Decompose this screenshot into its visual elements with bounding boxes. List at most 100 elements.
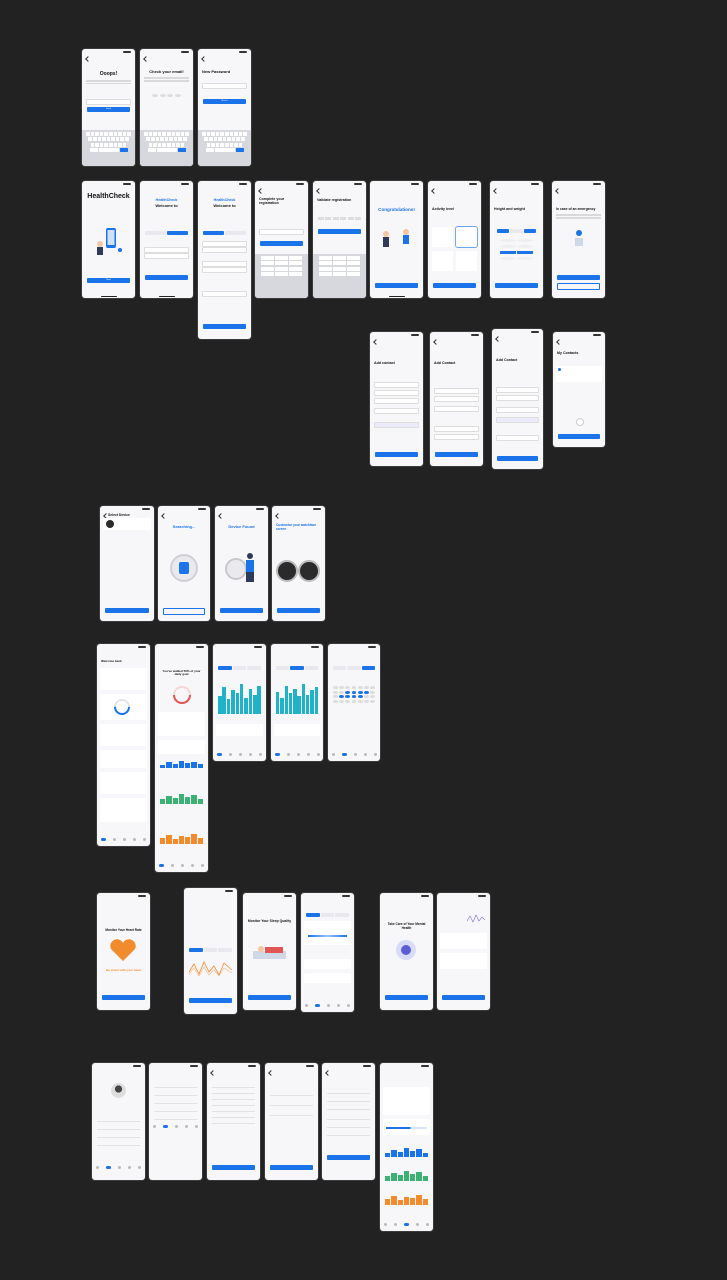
device-item[interactable] xyxy=(103,518,151,530)
surname-field[interactable] xyxy=(434,396,479,402)
continue-button[interactable] xyxy=(248,995,291,1000)
activity-option-4[interactable] xyxy=(456,251,477,271)
continue-button[interactable] xyxy=(558,434,600,439)
back-icon[interactable] xyxy=(373,339,379,345)
back-icon[interactable] xyxy=(556,339,562,345)
save-button[interactable] xyxy=(212,1165,255,1170)
preference-row[interactable] xyxy=(270,1101,313,1106)
keyboard[interactable] xyxy=(82,130,135,166)
keyboard[interactable] xyxy=(198,130,251,166)
relation-field[interactable] xyxy=(374,408,419,414)
back-icon[interactable] xyxy=(431,188,437,194)
surname-field[interactable] xyxy=(496,395,539,401)
bottom-nav[interactable] xyxy=(271,751,323,757)
progress-card[interactable] xyxy=(383,1119,430,1135)
data-row[interactable] xyxy=(212,1107,255,1112)
settings-item[interactable] xyxy=(154,1115,197,1120)
period-tabs[interactable] xyxy=(306,913,350,917)
back-icon[interactable] xyxy=(258,188,264,194)
login-button[interactable] xyxy=(145,275,188,280)
deep-sleep-card[interactable] xyxy=(304,959,351,969)
continue-button[interactable] xyxy=(375,283,418,288)
name-field[interactable] xyxy=(434,388,479,394)
activity-option-1[interactable] xyxy=(432,227,453,247)
preference-row[interactable] xyxy=(270,1091,313,1096)
password-field[interactable] xyxy=(202,83,247,89)
data-row[interactable] xyxy=(212,1095,255,1100)
cancel-button[interactable] xyxy=(163,608,205,615)
continue-button[interactable] xyxy=(442,995,485,1000)
account-row[interactable] xyxy=(327,1115,370,1120)
phone-field[interactable] xyxy=(259,229,304,235)
period-tabs[interactable] xyxy=(333,666,375,670)
profile-menu-item[interactable] xyxy=(97,1125,140,1130)
send-button[interactable]: Send xyxy=(87,107,130,112)
account-row[interactable] xyxy=(327,1105,370,1110)
avatar[interactable] xyxy=(111,1083,126,1098)
bottom-nav[interactable] xyxy=(380,1221,433,1227)
profile-menu-item[interactable] xyxy=(97,1141,140,1146)
continue-button[interactable] xyxy=(277,608,320,613)
skip-button[interactable] xyxy=(557,283,600,290)
data-row[interactable] xyxy=(212,1119,255,1124)
email-field[interactable] xyxy=(434,426,479,432)
light-sleep-card[interactable] xyxy=(304,973,351,983)
back-icon[interactable] xyxy=(555,188,561,194)
activity-option-2[interactable] xyxy=(456,227,477,247)
calendar-grid[interactable] xyxy=(333,686,375,703)
activity-option-3[interactable] xyxy=(432,251,453,271)
phone-field[interactable] xyxy=(202,267,247,273)
add-icon[interactable] xyxy=(576,418,584,426)
back-icon[interactable] xyxy=(433,339,439,345)
back-icon[interactable] xyxy=(275,513,281,519)
sleep-card[interactable] xyxy=(304,921,351,945)
summary-card[interactable] xyxy=(274,724,320,736)
settings-item[interactable] xyxy=(154,1091,197,1096)
continue-button[interactable] xyxy=(385,995,428,1000)
continue-button[interactable] xyxy=(260,241,303,246)
profile-card[interactable] xyxy=(100,668,147,690)
selected-relation[interactable] xyxy=(496,417,539,423)
back-icon[interactable] xyxy=(161,513,167,519)
period-tabs[interactable] xyxy=(276,666,318,670)
settings-item[interactable] xyxy=(154,1107,197,1112)
continue-button[interactable] xyxy=(433,283,476,288)
add-contact-button[interactable] xyxy=(557,275,600,280)
surname-field[interactable] xyxy=(202,247,247,253)
password-field[interactable] xyxy=(202,291,247,297)
heart-card[interactable] xyxy=(100,724,147,746)
back-icon[interactable] xyxy=(268,1070,274,1076)
code-inputs[interactable] xyxy=(318,217,361,220)
account-row[interactable] xyxy=(327,1089,370,1094)
continue-button[interactable] xyxy=(102,995,145,1000)
bottom-nav[interactable] xyxy=(149,1123,202,1129)
start-button[interactable]: Start xyxy=(87,278,130,283)
bottom-nav[interactable] xyxy=(97,836,150,842)
keyboard[interactable] xyxy=(140,130,193,166)
watchface-option-1[interactable] xyxy=(276,560,298,582)
phone-field[interactable] xyxy=(434,406,479,412)
height-picker[interactable] xyxy=(500,239,533,260)
gauges-card[interactable] xyxy=(100,798,147,822)
stress-card[interactable] xyxy=(440,953,487,969)
back-icon[interactable] xyxy=(85,56,91,62)
save-button[interactable] xyxy=(327,1155,370,1160)
preference-row[interactable] xyxy=(270,1111,313,1116)
code-inputs[interactable] xyxy=(152,94,181,97)
signup-button[interactable] xyxy=(203,324,246,329)
data-row[interactable] xyxy=(212,1083,255,1088)
name-field[interactable] xyxy=(374,382,419,388)
login-tabs[interactable] xyxy=(145,231,188,235)
period-tabs[interactable] xyxy=(189,948,233,952)
mood-card[interactable] xyxy=(440,933,487,949)
sleep-summary-card[interactable] xyxy=(383,1087,430,1115)
email-field[interactable] xyxy=(496,435,539,441)
data-row[interactable] xyxy=(212,1089,255,1094)
continue-button[interactable] xyxy=(220,608,263,613)
numeric-keypad[interactable] xyxy=(313,254,366,298)
phone-field[interactable] xyxy=(496,407,539,413)
accept-button[interactable] xyxy=(105,608,149,613)
weekly-card[interactable] xyxy=(100,772,147,794)
save-button[interactable] xyxy=(497,456,538,461)
signup-tabs[interactable] xyxy=(203,231,246,235)
